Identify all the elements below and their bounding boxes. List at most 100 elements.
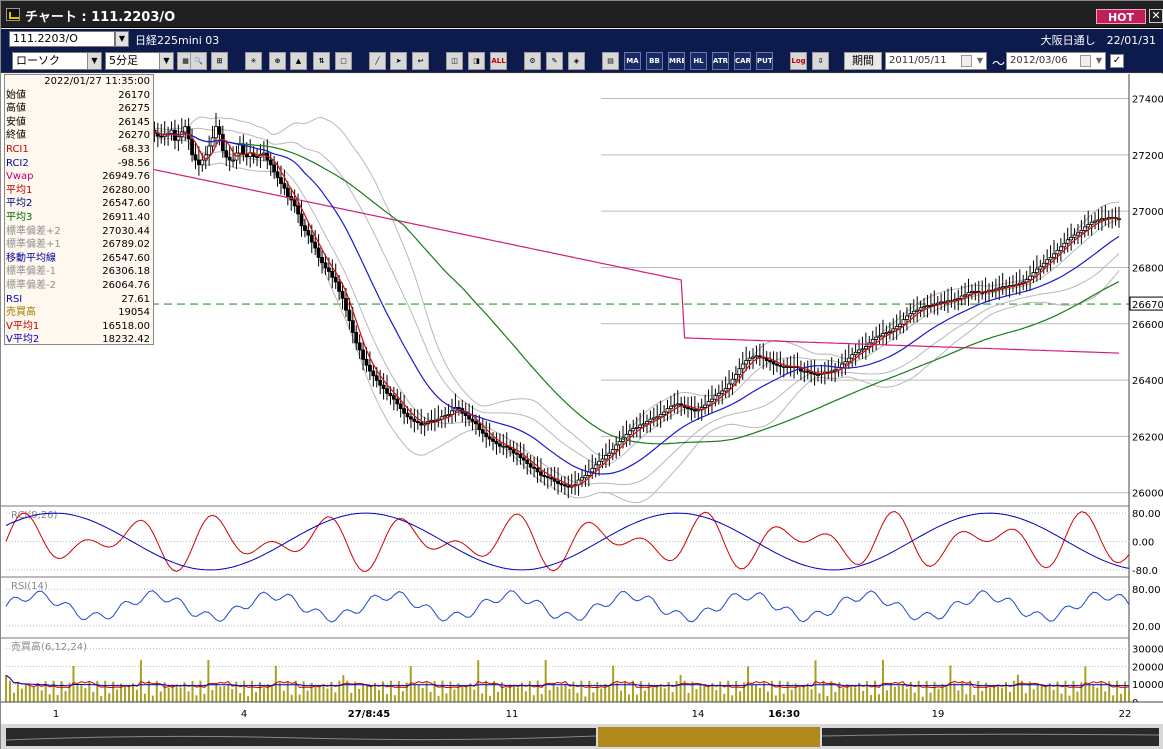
car-button[interactable]: CAR <box>734 52 751 70</box>
split-icon[interactable]: ⊞ <box>211 52 228 70</box>
volume-bar <box>457 683 460 702</box>
volume-bar <box>8 680 11 702</box>
volume-bar <box>124 685 127 702</box>
zoom-icon[interactable]: 🔍 <box>190 52 207 70</box>
symbol-dropdown-icon[interactable]: ▼ <box>115 31 129 47</box>
volume-bar <box>751 684 754 702</box>
date-to-field[interactable]: 2012/03/06 ▼ <box>1006 52 1106 70</box>
candle-body <box>651 417 656 420</box>
line-draw-icon[interactable]: ╱ <box>369 52 386 70</box>
chart-type-select[interactable]: ローソク ▼ <box>12 52 102 70</box>
volume-bar <box>921 696 924 702</box>
hot-badge[interactable]: HOT <box>1096 9 1146 24</box>
date-from-field[interactable]: 2011/05/11 ▼ <box>885 52 987 70</box>
window-title: チャート : 111.2203/O <box>25 10 176 25</box>
ma-button[interactable]: MA <box>624 52 641 70</box>
candle-body <box>1041 262 1046 268</box>
chevron-down-icon[interactable]: ▼ <box>1093 53 1105 69</box>
cursor-icon[interactable]: ➤ <box>390 52 407 70</box>
info-row: 標準偏差+2 27030.44 <box>5 225 153 239</box>
put-button[interactable]: PUT <box>756 52 773 70</box>
candle-body <box>190 138 194 156</box>
paint-icon[interactable]: ✎ <box>546 52 563 70</box>
chevron-down-icon[interactable]: ▼ <box>974 53 986 69</box>
interval-select[interactable]: 5分足 ▼ <box>105 52 174 70</box>
candle-body <box>535 467 540 473</box>
candle-body <box>361 349 365 360</box>
table-icon[interactable]: ▤ <box>602 52 619 70</box>
hl-button[interactable]: HL <box>690 52 707 70</box>
tools-icon[interactable]: ⚙ <box>524 52 541 70</box>
candle-body <box>566 485 571 488</box>
volume-bar <box>901 683 904 702</box>
scroll-thumb[interactable] <box>598 727 820 747</box>
candles-icon[interactable]: ✳ <box>245 52 262 70</box>
apply-checkbox[interactable]: ✓ <box>1110 54 1124 68</box>
chevron-down-icon[interactable]: ▼ <box>87 53 101 69</box>
info-row: 平均2 26547.60 <box>5 197 153 211</box>
erase-icon[interactable]: ▢ <box>335 52 352 70</box>
candle-body <box>364 358 369 366</box>
candle-body <box>744 360 749 365</box>
atr-button[interactable]: ATR <box>712 52 729 70</box>
volume-bar <box>1012 680 1015 702</box>
bar-down-icon[interactable]: ⇅ <box>313 52 330 70</box>
candle-body <box>474 421 478 425</box>
window-a-icon[interactable]: ◫ <box>446 52 463 70</box>
volume-bar <box>1072 680 1075 702</box>
bar-up-icon[interactable]: ▲ <box>290 52 307 70</box>
candle-body <box>357 342 362 351</box>
candle-body <box>610 449 615 454</box>
info-label: 平均1 <box>6 184 33 196</box>
volume-bar <box>247 696 250 702</box>
volume-bar <box>199 680 202 702</box>
window-b-icon[interactable]: ◨ <box>468 52 485 70</box>
symbol-input[interactable]: 111.2203/O <box>9 31 115 47</box>
candle-body <box>378 380 383 386</box>
scrollbar-overview[interactable] <box>1 724 1163 749</box>
app-chart-icon <box>6 8 20 21</box>
candle-body <box>590 467 595 473</box>
volume-bar <box>790 689 793 702</box>
info-row: 高値 26275 <box>5 102 153 116</box>
candle-body <box>381 384 386 390</box>
candle-body <box>559 483 564 486</box>
color-icon[interactable]: ◈ <box>568 52 585 70</box>
candle-body <box>805 370 810 373</box>
candle-body <box>272 164 277 173</box>
all-button[interactable]: ALL <box>490 52 507 70</box>
volume-bar <box>227 683 230 702</box>
close-icon[interactable]: ✕ <box>1149 9 1163 23</box>
volume-bar <box>528 681 531 702</box>
chart-background <box>1 74 1163 749</box>
calendar-icon[interactable] <box>1080 55 1091 67</box>
chart-window: チャート : 111.2203/O HOT ✕ 111.2203/O ▼ 日経2… <box>0 0 1163 749</box>
log-button[interactable]: Log <box>790 52 807 70</box>
volume-bar <box>778 680 781 702</box>
volume-bar <box>211 689 214 702</box>
period-button[interactable]: 期間 <box>844 52 882 70</box>
price-chart[interactable]: 27400 27200 27000 26800 26600 26400 26200 26000… <box>1 74 1163 749</box>
volume-bar <box>195 695 198 702</box>
volume-bar <box>298 694 301 702</box>
info-row: V平均1 16518.00 <box>5 320 153 334</box>
candle-body <box>908 313 913 317</box>
chevron-down-icon[interactable]: ▼ <box>159 53 173 69</box>
volume-bar <box>770 680 773 702</box>
volume-bar <box>758 687 761 702</box>
bb-button[interactable]: BB <box>646 52 663 70</box>
info-value: 26145 <box>118 116 150 128</box>
export-icon[interactable]: ⇩ <box>812 52 829 70</box>
candle-body <box>881 333 885 337</box>
time-tick-label: 22 <box>1119 709 1132 720</box>
candle-body <box>874 336 879 340</box>
calendar-icon[interactable] <box>961 55 972 67</box>
time-scrollbar[interactable] <box>1 724 1163 749</box>
candle-body <box>1072 234 1077 238</box>
mre-button[interactable]: MRE <box>668 52 685 70</box>
volume-bar <box>449 681 452 702</box>
fib-icon[interactable]: ↩ <box>412 52 429 70</box>
volume-bar <box>739 691 742 702</box>
candle-body <box>419 422 424 426</box>
magnify-icon[interactable]: ⊕ <box>269 52 286 70</box>
